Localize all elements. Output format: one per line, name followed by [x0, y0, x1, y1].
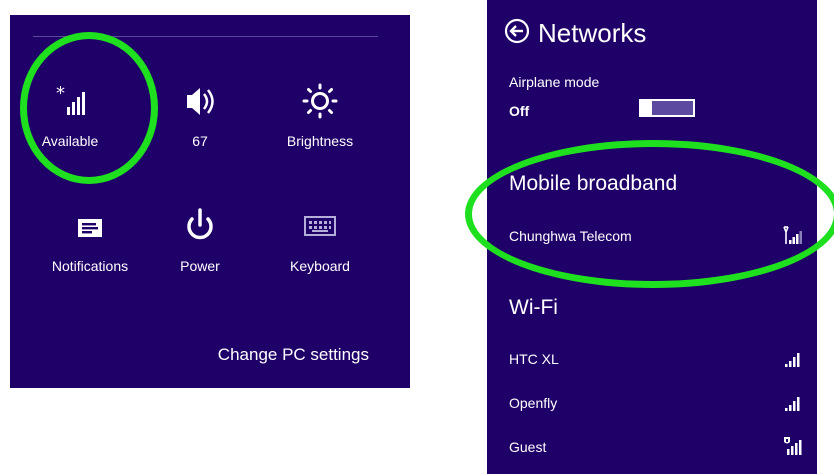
- keyboard-tile-label: Keyboard: [290, 258, 350, 274]
- airplane-mode-toggle[interactable]: [639, 99, 695, 117]
- power-icon: [145, 203, 255, 243]
- airplane-mode-state: Off: [509, 103, 530, 119]
- brightness-tile[interactable]: Brightness: [265, 75, 375, 165]
- notifications-tile-label: Notifications: [51, 258, 129, 274]
- highlight-circle-available: [20, 32, 158, 184]
- wifi-network-item[interactable]: Openfly: [487, 389, 817, 419]
- volume-tile[interactable]: 67: [145, 75, 255, 165]
- networks-title: Networks: [538, 18, 647, 48]
- brightness-icon: [265, 79, 375, 119]
- brightness-tile-label: Brightness: [286, 133, 354, 149]
- volume-icon: [145, 79, 255, 119]
- wifi-network-item[interactable]: Guest: [487, 433, 817, 463]
- wifi-network-item[interactable]: HTC XL: [487, 345, 817, 375]
- wifi-heading: Wi-Fi: [509, 296, 558, 319]
- change-pc-settings-link[interactable]: Change PC settings: [218, 345, 369, 365]
- toggle-knob: [641, 101, 652, 115]
- networks-header: Networks: [504, 18, 646, 49]
- wifi-signal-icon: [781, 347, 803, 374]
- wifi-secured-signal-icon: [781, 435, 803, 462]
- power-tile[interactable]: Power: [145, 199, 255, 289]
- volume-tile-label: 67: [192, 133, 208, 149]
- keyboard-tile[interactable]: Keyboard: [265, 199, 375, 289]
- notifications-tile[interactable]: Notifications: [30, 199, 150, 289]
- back-arrow-icon[interactable]: [504, 18, 530, 49]
- airplane-mode-label: Airplane mode: [509, 74, 600, 90]
- power-tile-label: Power: [180, 258, 220, 274]
- wifi-network-name: Guest: [509, 439, 547, 455]
- keyboard-icon: [265, 203, 375, 243]
- highlight-ellipse-mobile-broadband: [465, 140, 834, 288]
- wifi-network-name: Openfly: [509, 395, 558, 411]
- wifi-signal-icon: [781, 391, 803, 418]
- wifi-network-name: HTC XL: [509, 351, 559, 367]
- notifications-icon: [30, 203, 150, 243]
